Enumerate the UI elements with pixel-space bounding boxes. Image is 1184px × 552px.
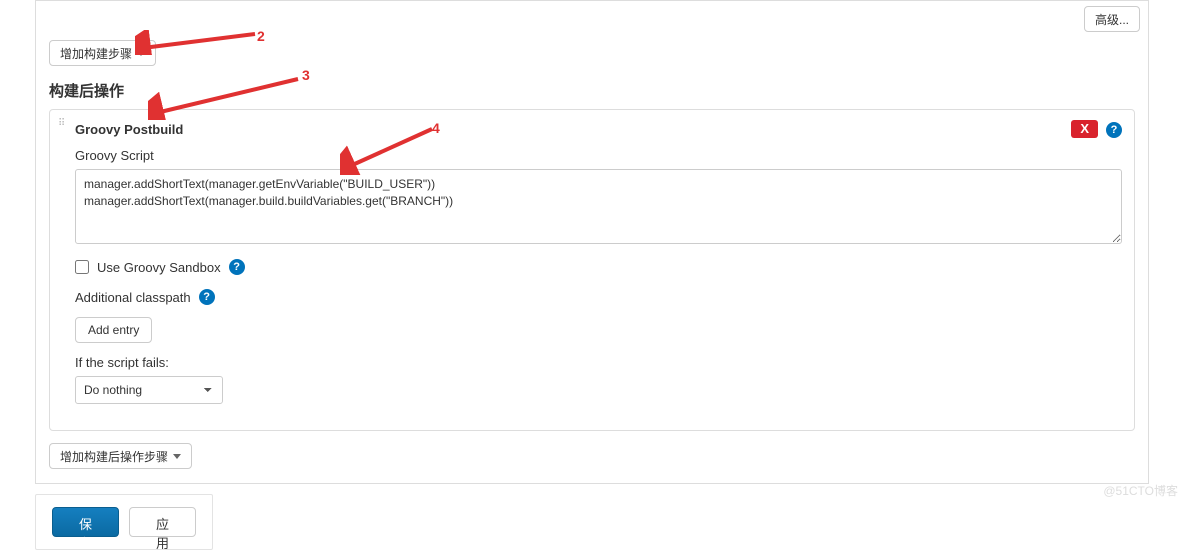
sandbox-checkbox[interactable] [75, 260, 89, 274]
additional-classpath-field: Additional classpath ? Add entry [75, 289, 1122, 343]
add-build-step-label: 增加构建步骤 [60, 45, 132, 62]
post-build-section-title: 构建后操作 [49, 80, 1148, 101]
groovy-script-field: Groovy Script [75, 148, 1122, 247]
additional-classpath-label: Additional classpath ? [75, 289, 1122, 305]
config-panel: 高级... 增加构建步骤 构建后操作 ⠿ Groovy Postbuild X … [35, 0, 1149, 484]
drag-handle-icon[interactable]: ⠿ [58, 122, 68, 136]
apply-button[interactable]: 应用 [129, 507, 196, 537]
groovy-postbuild-step: ⠿ Groovy Postbuild X ? Groovy Script Use… [49, 109, 1135, 431]
help-icon[interactable]: ? [1106, 122, 1122, 138]
top-bar: 高级... [36, 1, 1148, 32]
add-post-build-step-button[interactable]: 增加构建后操作步骤 [49, 443, 192, 469]
advanced-button[interactable]: 高级... [1084, 6, 1140, 32]
help-icon[interactable]: ? [199, 289, 215, 305]
sandbox-row: Use Groovy Sandbox ? [75, 259, 1122, 275]
groovy-script-label: Groovy Script [75, 148, 1122, 163]
sandbox-label[interactable]: Use Groovy Sandbox [97, 260, 221, 275]
step-actions: X ? [1071, 120, 1122, 138]
add-entry-button[interactable]: Add entry [75, 317, 152, 343]
caret-down-icon [137, 51, 145, 56]
additional-classpath-text: Additional classpath [75, 290, 191, 305]
delete-step-button[interactable]: X [1071, 120, 1098, 138]
add-build-step-button[interactable]: 增加构建步骤 [49, 40, 156, 66]
save-button[interactable]: 保存 [52, 507, 119, 537]
groovy-script-textarea[interactable] [75, 169, 1122, 244]
add-post-build-step-label: 增加构建后操作步骤 [60, 448, 168, 465]
script-fails-field: If the script fails: Do nothing [75, 355, 1122, 404]
script-fails-select[interactable]: Do nothing [75, 376, 223, 404]
script-fails-label: If the script fails: [75, 355, 1122, 370]
step-title: Groovy Postbuild [75, 122, 183, 137]
watermark: @51CTO博客 [1103, 482, 1178, 499]
caret-down-icon [173, 454, 181, 459]
footer-actions: 保存 应用 [35, 494, 213, 550]
script-fails-select-row: Do nothing [75, 376, 1122, 404]
help-icon[interactable]: ? [229, 259, 245, 275]
step-header: Groovy Postbuild X ? [75, 120, 1122, 138]
